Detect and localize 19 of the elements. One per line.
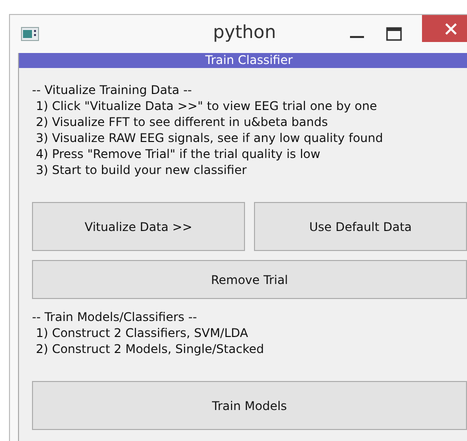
instruction-text: 2) Visualize FFT to see different in u&beta bands bbox=[34, 114, 329, 130]
action-button[interactable]: Use Default Data bbox=[254, 202, 467, 251]
instruction-text: 1) Construct 2 Classifiers, SVM/LDA bbox=[34, 325, 250, 341]
close-button[interactable] bbox=[422, 15, 467, 42]
instruction-text: 4) Press "Remove Trial" if the trial quality is low bbox=[34, 146, 322, 162]
instruction-text: -- Vitualize Training Data -- bbox=[32, 82, 193, 98]
train-models-button[interactable]: Train Models bbox=[32, 381, 467, 430]
section-header: Train Classifier bbox=[19, 53, 467, 68]
instruction-text: 3) Start to build your new classifier bbox=[34, 162, 248, 178]
close-icon bbox=[444, 22, 456, 34]
window-icon bbox=[21, 27, 39, 41]
instruction-text: -- Train Models/Classifiers -- bbox=[32, 309, 198, 325]
action-button[interactable]: Vitualize Data >> bbox=[32, 202, 245, 251]
instruction-text: 1) Click "Vitualize Data >>" to view EEG trial one by one bbox=[34, 98, 378, 114]
maximize-icon[interactable] bbox=[386, 27, 402, 41]
window-title: python bbox=[212, 22, 277, 43]
remove-trial-button[interactable]: Remove Trial bbox=[32, 260, 467, 299]
instruction-text: 2) Construct 2 Models, Single/Stacked bbox=[34, 341, 265, 357]
instruction-text: 3) Visualize RAW EEG signals, see if any low quality found bbox=[34, 130, 384, 146]
